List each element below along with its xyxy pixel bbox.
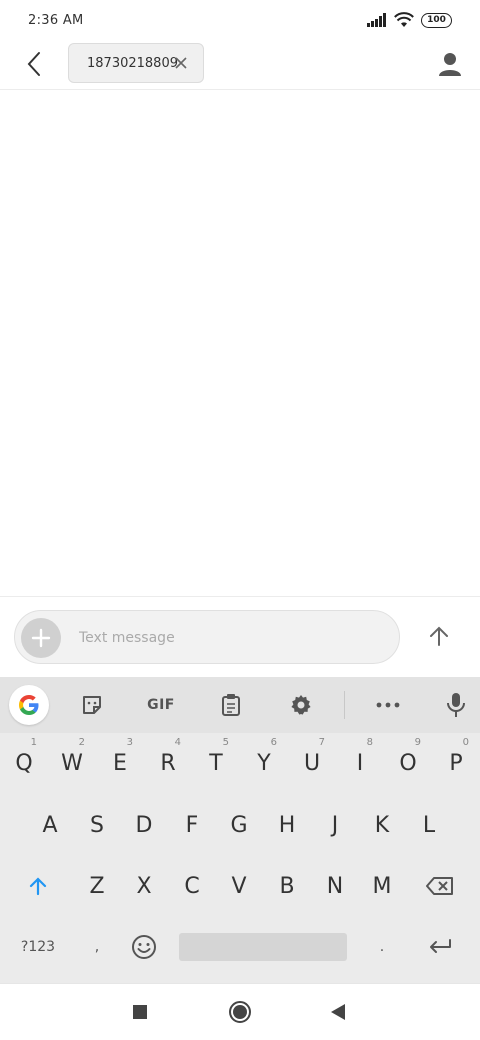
key-v[interactable]: V — [215, 856, 263, 916]
backspace-icon — [426, 877, 453, 895]
key-b[interactable]: B — [263, 856, 311, 916]
keyboard: GIF Q 1 W 2 E 3 R 4 T 5 Y 6 U 7 I 8 O 9 … — [0, 677, 480, 983]
period-key[interactable]: . — [358, 917, 406, 977]
message-input[interactable] — [79, 625, 379, 651]
more-icon — [376, 702, 400, 708]
key-r[interactable]: R4 — [144, 733, 192, 793]
signal-icon — [367, 13, 386, 27]
plus-icon — [31, 628, 51, 648]
gif-button[interactable]: GIF — [144, 689, 178, 721]
symbols-key[interactable]: ?123 — [8, 917, 68, 977]
arrow-up-icon — [430, 626, 448, 646]
status-time: 2:36 AM — [28, 13, 84, 28]
key-m[interactable]: M — [358, 856, 406, 916]
key-o[interactable]: O9 — [384, 733, 432, 793]
status-bar: 2:36 AM 100 — [0, 0, 480, 42]
key-i[interactable]: I8 — [336, 733, 384, 793]
conversation-header: 18730218809 — [0, 42, 480, 90]
back-button[interactable] — [20, 50, 48, 78]
compose-field — [14, 610, 400, 664]
clipboard-button[interactable] — [215, 689, 247, 721]
key-e[interactable]: E3 — [96, 733, 144, 793]
key-k[interactable]: K — [358, 795, 406, 855]
wifi-icon — [394, 12, 414, 27]
shift-key[interactable] — [14, 856, 62, 916]
status-icons: 100 — [367, 12, 452, 28]
toolbar-divider — [344, 691, 345, 719]
key-g[interactable]: G — [215, 795, 263, 855]
home-button[interactable] — [226, 998, 254, 1026]
emoji-key[interactable] — [120, 917, 168, 977]
key-y[interactable]: Y6 — [240, 733, 288, 793]
keyboard-toolbar: GIF — [0, 677, 480, 733]
key-x[interactable]: X — [120, 856, 168, 916]
key-c[interactable]: C — [168, 856, 216, 916]
key-q[interactable]: Q1 — [0, 733, 48, 793]
enter-icon — [430, 939, 451, 953]
google-button[interactable] — [9, 685, 49, 725]
mic-icon — [447, 693, 465, 717]
triangle-left-icon — [331, 1004, 345, 1020]
key-a[interactable]: A — [26, 795, 74, 855]
key-u[interactable]: U7 — [288, 733, 336, 793]
send-button[interactable] — [422, 619, 456, 653]
chevron-left-icon — [27, 52, 40, 76]
circle-icon — [229, 1001, 251, 1023]
close-icon[interactable] — [173, 55, 189, 71]
key-n[interactable]: N — [311, 856, 359, 916]
key-j[interactable]: J — [311, 795, 359, 855]
sticker-button[interactable] — [76, 689, 108, 721]
key-w[interactable]: W2 — [48, 733, 96, 793]
contact-button[interactable] — [436, 50, 464, 78]
backspace-key[interactable] — [416, 856, 464, 916]
recipient-number: 18730218809 — [87, 55, 178, 71]
system-nav-bar — [0, 983, 480, 1040]
key-row-4: ?123 , . — [0, 917, 480, 977]
battery-indicator: 100 — [421, 12, 452, 28]
more-button[interactable] — [372, 689, 404, 721]
key-h[interactable]: H — [263, 795, 311, 855]
person-icon — [439, 53, 461, 76]
google-icon — [19, 695, 39, 715]
square-icon — [133, 1005, 147, 1019]
emoji-icon — [132, 935, 156, 959]
comma-key[interactable]: , — [73, 917, 121, 977]
add-attachment-button[interactable] — [21, 618, 61, 658]
key-t[interactable]: T5 — [192, 733, 240, 793]
clipboard-icon — [222, 694, 240, 716]
sticker-icon — [83, 696, 101, 714]
key-f[interactable]: F — [168, 795, 216, 855]
settings-button[interactable] — [285, 689, 317, 721]
recents-button[interactable] — [126, 998, 154, 1026]
key-z[interactable]: Z — [73, 856, 121, 916]
key-d[interactable]: D — [120, 795, 168, 855]
gif-label: GIF — [147, 697, 175, 713]
gear-icon — [291, 695, 311, 715]
key-s[interactable]: S — [73, 795, 121, 855]
key-row-1: Q1 W2 E3 R4 T5 Y6 U7 I8 O9 P0 — [0, 733, 480, 793]
space-bar[interactable] — [179, 933, 347, 961]
recipient-chip[interactable]: 18730218809 — [68, 43, 204, 83]
key-row-3: Z X C V B N M — [0, 856, 480, 916]
compose-bar — [0, 596, 480, 676]
key-l[interactable]: L — [405, 795, 453, 855]
key-p[interactable]: P0 — [432, 733, 480, 793]
message-list[interactable] — [0, 91, 480, 595]
enter-key[interactable] — [416, 917, 464, 977]
mic-button[interactable] — [440, 689, 472, 721]
shift-icon — [29, 877, 47, 896]
back-nav-button[interactable] — [324, 998, 352, 1026]
key-row-2: A S D F G H J K L — [0, 795, 480, 855]
